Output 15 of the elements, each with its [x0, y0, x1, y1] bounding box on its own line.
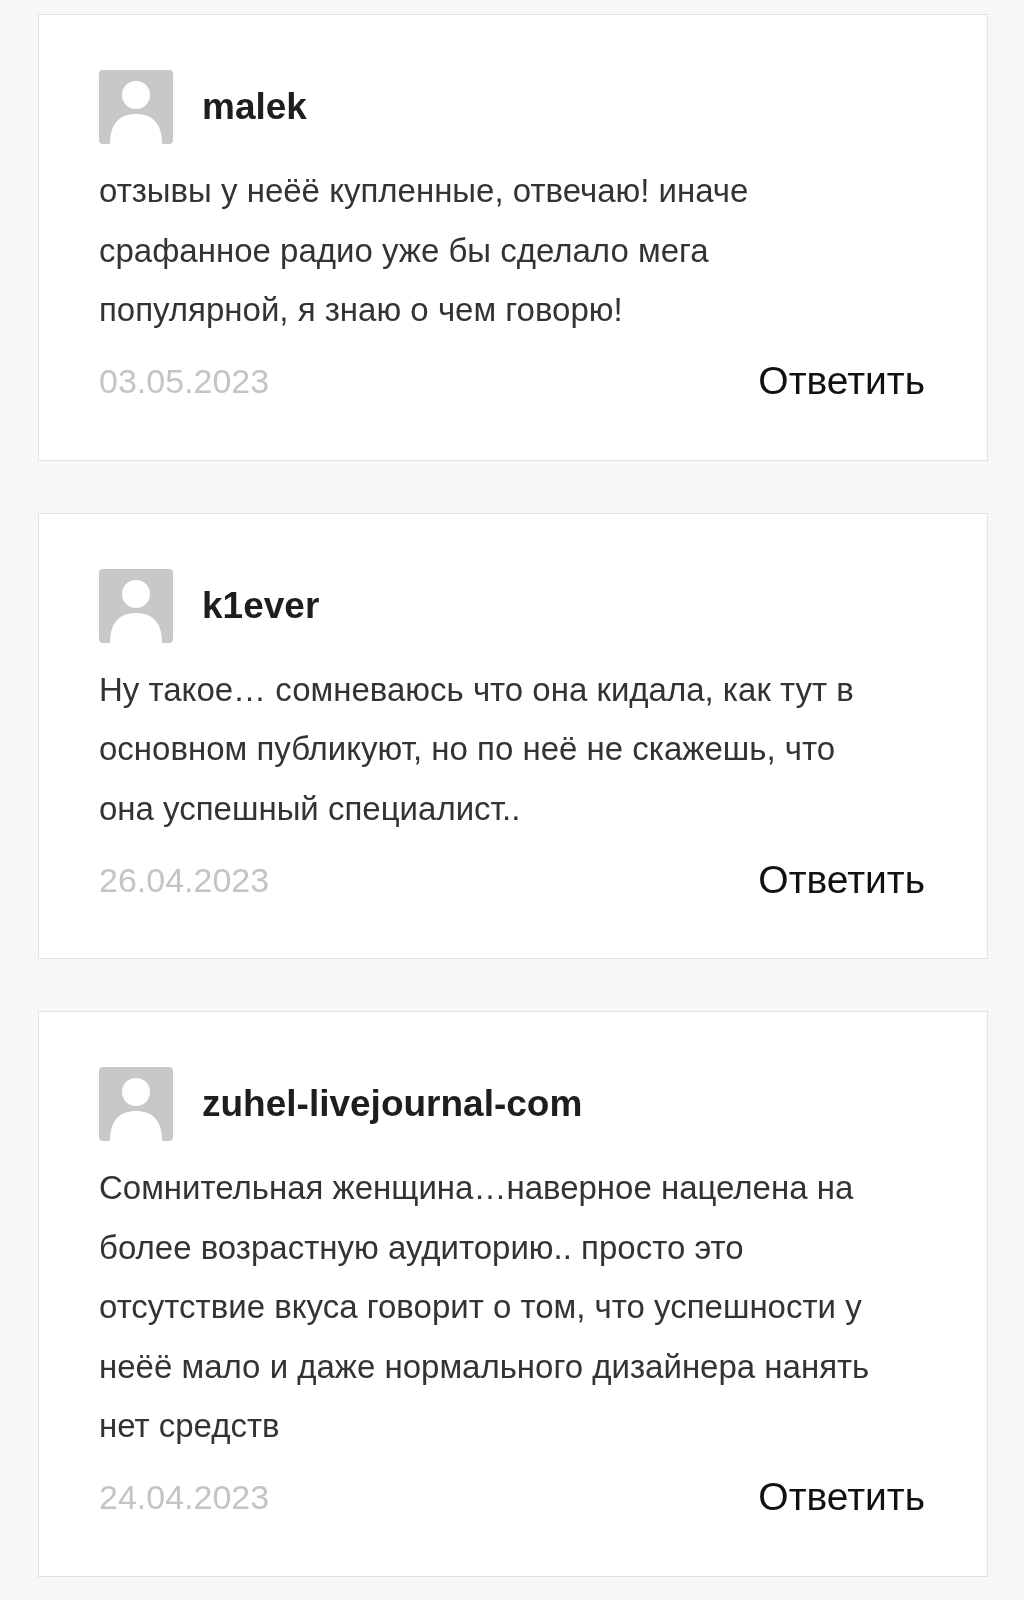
- comment-text: Ну такое… сомневаюсь что она кидала, как тут в основном публикуют, но по неё не скажешь, что она успешный специалист..: [99, 669, 855, 829]
- comment-date: 03.05.2023: [99, 361, 270, 402]
- comment-date: 24.04.2023: [99, 1477, 270, 1518]
- reply-link[interactable]: Ответить: [758, 352, 925, 411]
- comment-date: 26.04.2023: [99, 859, 270, 901]
- comment-author: zuhel-livejournal-com: [202, 1082, 583, 1126]
- comment-author: malek: [202, 85, 307, 129]
- avatar-icon: [99, 70, 173, 144]
- reply-link[interactable]: Ответить: [758, 850, 925, 910]
- avatar-icon: [99, 568, 173, 643]
- comment-author: k1ever: [202, 583, 320, 628]
- avatar-icon: [99, 1067, 173, 1141]
- comment-text: отзывы у неёё купленные, отвечаю! иначе срафанное радио уже бы сделало мега популярной, я знаю о чем говорю!: [99, 171, 750, 330]
- comment-text: Сомнительная женщина…наверное нацелена на более возрастную аудиторию.. просто это отсутствие вкуса говорит о том, что успешности у неёё мало и даже нормального дизайнера нанять нет средств: [99, 1168, 871, 1446]
- reply-link[interactable]: Ответить: [758, 1468, 925, 1527]
